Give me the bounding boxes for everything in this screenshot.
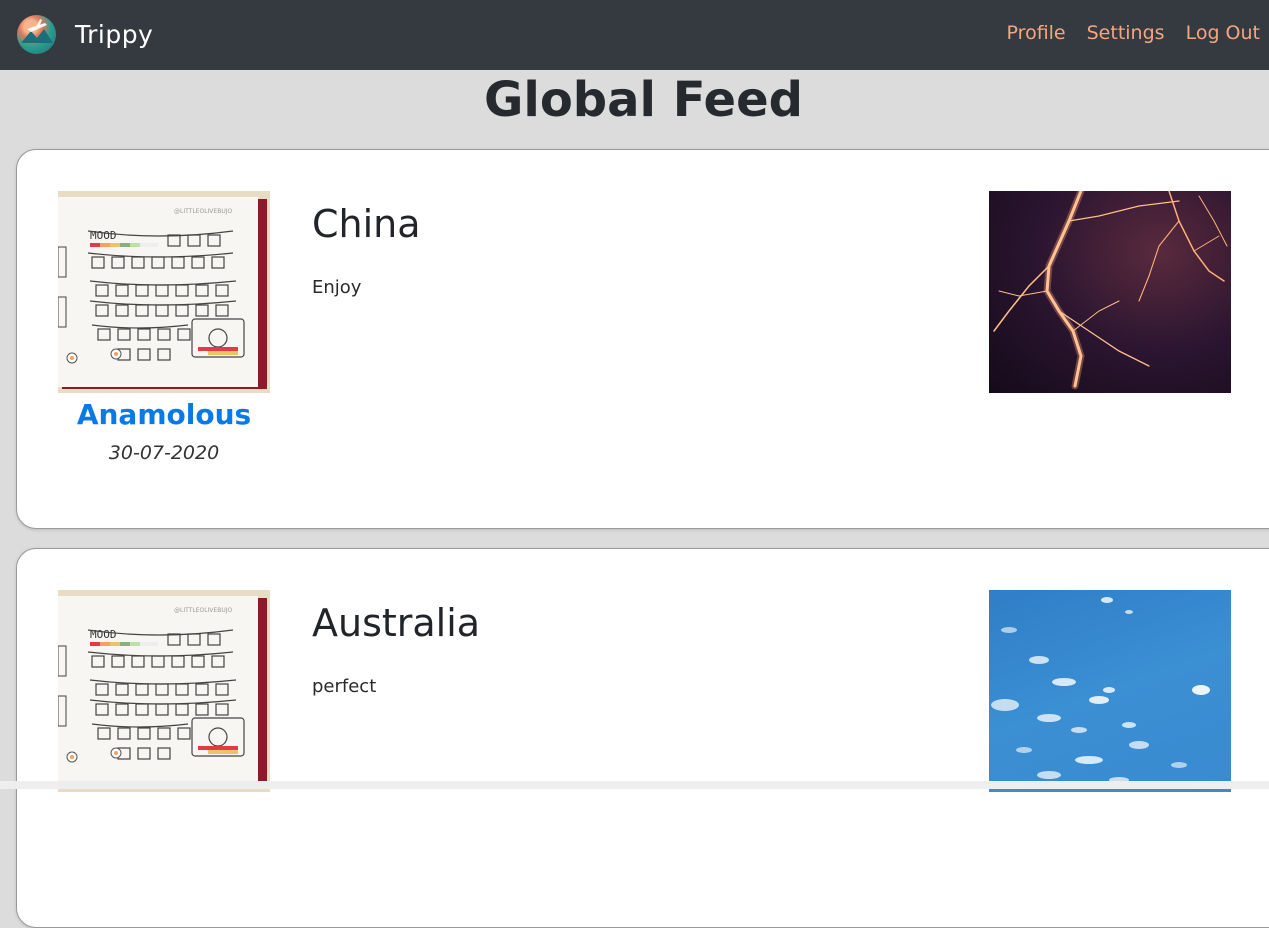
user-avatar[interactable]: MOOD @LITTLEOLIVEBUJO: [58, 191, 270, 393]
brand-name: Trippy: [75, 20, 154, 49]
post-card: MOOD @LITTLEOLIVEBUJO: [16, 548, 1269, 928]
mood-text: MOOD: [90, 628, 117, 641]
nav-logout-link[interactable]: Log Out: [1186, 22, 1260, 44]
post-card: MOOD @LITTLEOLIVEBUJO: [16, 149, 1269, 529]
post-title: China: [312, 202, 421, 246]
brand-link[interactable]: Trippy: [17, 15, 153, 54]
nav-profile-link[interactable]: Profile: [1007, 22, 1066, 44]
user-avatar[interactable]: MOOD @LITTLEOLIVEBUJO: [58, 590, 270, 792]
post-image-lightning: [989, 191, 1231, 393]
credit-text: @LITTLEOLIVEBUJO: [174, 607, 232, 614]
nav-settings-link[interactable]: Settings: [1087, 22, 1165, 44]
post-body: perfect: [312, 676, 377, 697]
page-title: Global Feed: [483, 72, 804, 128]
credit-text: @LITTLEOLIVEBUJO: [174, 208, 232, 215]
horizontal-scrollbar[interactable]: [0, 781, 1269, 789]
top-navbar: Trippy Profile Settings Log Out: [0, 0, 1269, 70]
post-image-sky: [989, 590, 1231, 792]
post-username[interactable]: Anamolous: [58, 398, 270, 431]
post-date: 30-07-2020: [108, 442, 220, 464]
post-body: Enjoy: [312, 277, 362, 298]
trippy-logo-icon: [17, 15, 56, 54]
mood-text: MOOD: [90, 229, 117, 242]
nav-links: Profile Settings Log Out: [986, 22, 1260, 44]
post-title: Australia: [312, 601, 481, 645]
